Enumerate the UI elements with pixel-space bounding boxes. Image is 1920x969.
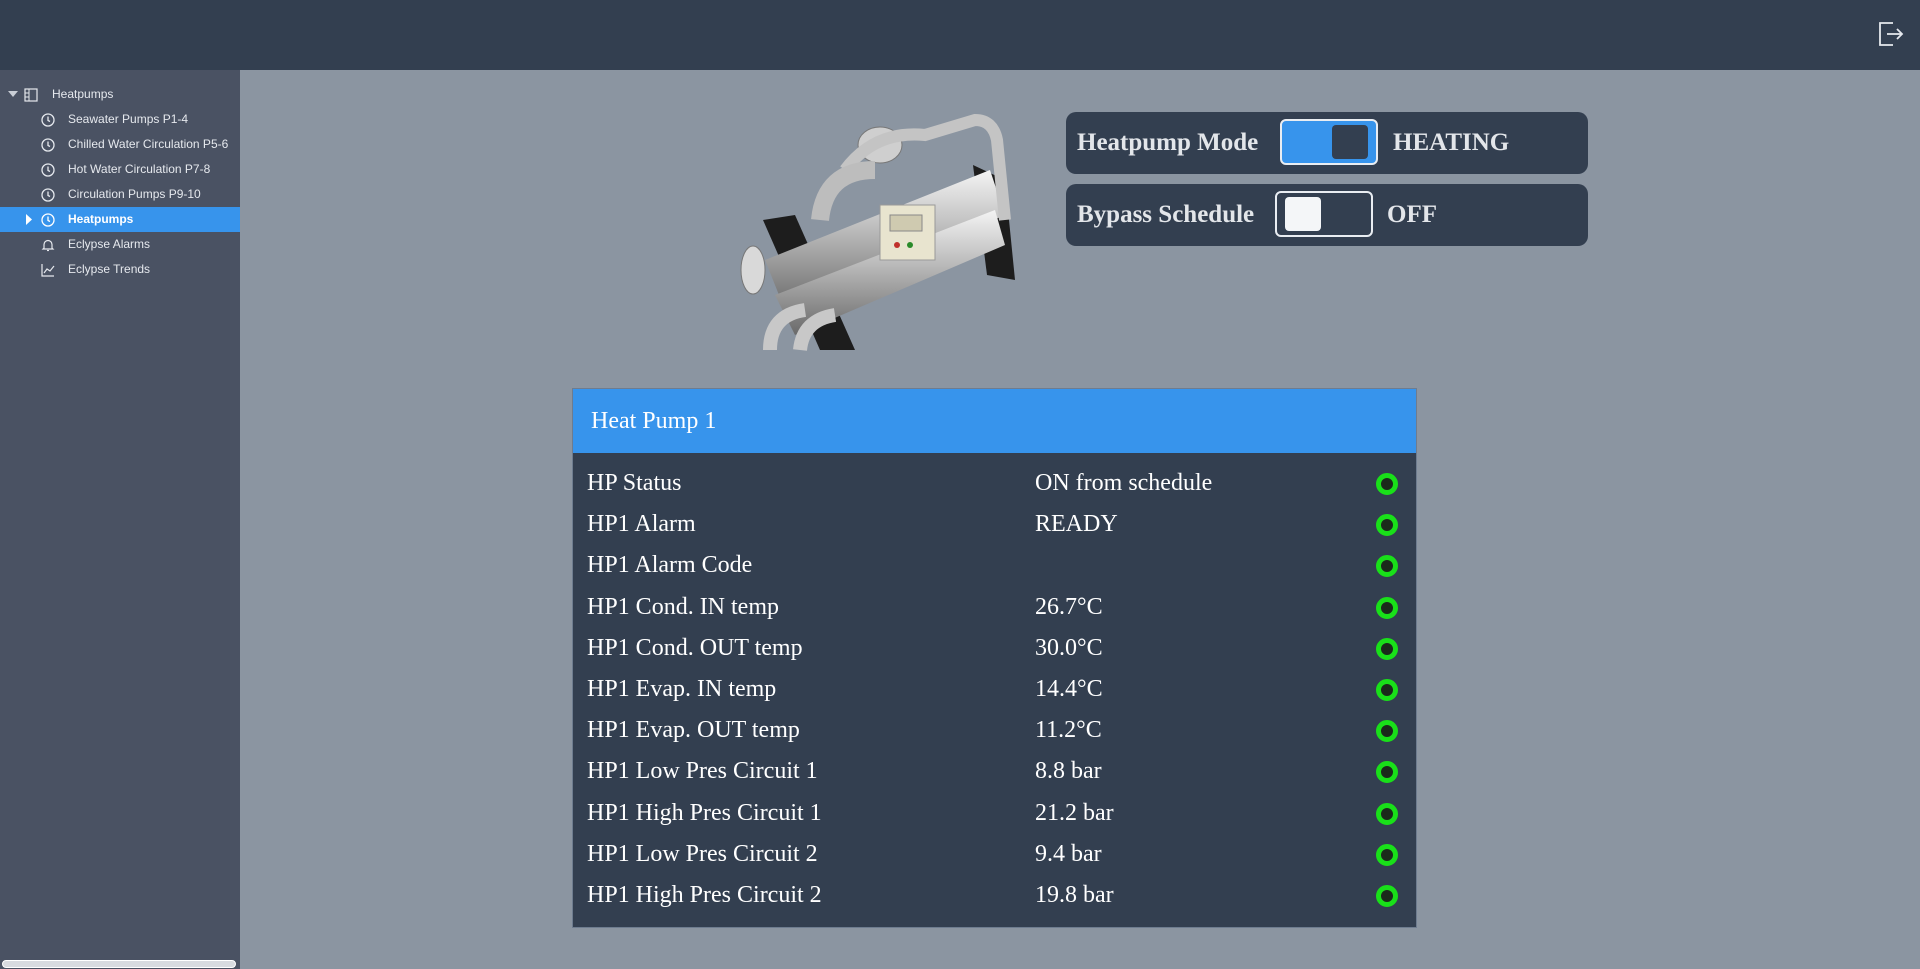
status-row: HP1 High Pres Circuit 1 21.2 bar: [573, 793, 1416, 834]
row-value: 14.4°C: [1035, 675, 1103, 702]
status-indicator-icon: [1376, 884, 1398, 907]
panel-title: Heat Pump 1: [591, 408, 717, 434]
status-row: HP1 Alarm READY: [573, 504, 1416, 545]
status-row: HP1 Low Pres Circuit 1 8.8 bar: [573, 751, 1416, 792]
heatpump-mode-toggle[interactable]: [1280, 119, 1378, 165]
row-name: HP1 Alarm: [587, 511, 696, 538]
row-name: HP1 Cond. IN temp: [587, 593, 779, 620]
scrollbar-thumb[interactable]: [2, 960, 236, 968]
panel-header: Heat Pump 1: [573, 389, 1416, 453]
row-value: READY: [1035, 511, 1118, 538]
status-row: HP1 High Pres Circuit 2 19.8 bar: [573, 875, 1416, 916]
row-name: HP1 Cond. OUT temp: [587, 634, 803, 661]
status-indicator-icon: [1376, 555, 1398, 578]
sidebar-scrollbar[interactable]: [0, 957, 240, 969]
status-row: HP1 Alarm Code: [573, 545, 1416, 586]
clock-icon: [41, 213, 55, 227]
sidebar-item-label: Heatpumps: [68, 212, 134, 226]
clock-icon: [41, 113, 55, 127]
row-name: HP Status: [587, 470, 682, 496]
toggle-knob: [1285, 197, 1321, 231]
clock-icon: [41, 163, 55, 177]
sidebar-item-label: Circulation Pumps P9-10: [68, 187, 201, 201]
status-indicator-icon: [1376, 802, 1398, 825]
row-value: 26.7°C: [1035, 593, 1103, 620]
bypass-schedule-toggle[interactable]: [1275, 191, 1373, 237]
heatpump-mode-state: HEATING: [1393, 129, 1510, 156]
sidebar-item-label: Hot Water Circulation P7-8: [68, 162, 211, 176]
row-name: HP1 Evap. OUT temp: [587, 717, 800, 744]
status-row: HP1 Cond. OUT temp 30.0°C: [573, 628, 1416, 669]
row-value: 30.0°C: [1035, 634, 1103, 661]
sidebar-item-circulation-pumps[interactable]: Circulation Pumps P9-10: [0, 182, 240, 207]
row-name: HP1 Alarm Code: [587, 552, 753, 579]
status-row: HP Status ON from schedule: [573, 463, 1416, 504]
bell-icon: [41, 239, 55, 252]
row-name: HP1 Evap. IN temp: [587, 675, 777, 702]
status-list: HP Status ON from schedule HP1 Alarm READY…: [573, 463, 1416, 916]
sidebar: Heatpumps Seawater Pumps P1-4 Chilled Wa…: [0, 70, 240, 969]
caret-right-icon[interactable]: [24, 207, 34, 232]
row-value: ON from schedule: [1035, 470, 1213, 496]
bypass-schedule-control: Bypass Schedule OFF: [1066, 184, 1588, 246]
sidebar-item-label: Chilled Water Circulation P5-6: [68, 137, 229, 151]
building-icon: [24, 88, 38, 102]
clock-icon: [41, 188, 55, 202]
clock-icon: [41, 138, 55, 152]
status-indicator-icon: [1376, 473, 1398, 495]
status-indicator-icon: [1376, 514, 1398, 537]
status-indicator-icon: [1376, 720, 1398, 743]
status-row: HP1 Cond. IN temp 26.7°C: [573, 587, 1416, 628]
status-row: HP1 Evap. IN temp 14.4°C: [573, 669, 1416, 710]
sidebar-item-heatpumps[interactable]: Heatpumps: [0, 207, 240, 232]
bypass-schedule-title: Bypass Schedule: [1077, 201, 1255, 228]
status-indicator-icon: [1376, 678, 1398, 701]
sidebar-root-heatpumps[interactable]: Heatpumps: [0, 82, 240, 107]
status-indicator-icon: [1376, 596, 1398, 619]
expand-arrow-icon[interactable]: [8, 82, 18, 107]
heatpump-illustration: [740, 113, 1015, 352]
status-indicator-icon: [1376, 637, 1398, 660]
row-value: 11.2°C: [1035, 717, 1102, 744]
row-name: HP1 High Pres Circuit 2: [587, 881, 822, 908]
row-value: 19.8 bar: [1035, 881, 1114, 908]
row-value: 9.4 bar: [1035, 840, 1102, 867]
row-value: 21.2 bar: [1035, 799, 1114, 826]
sidebar-item-seawater-pumps[interactable]: Seawater Pumps P1-4: [0, 107, 240, 132]
chart-icon: [41, 264, 55, 277]
sidebar-item-eclypse-trends[interactable]: Eclypse Trends: [0, 257, 240, 282]
bypass-schedule-state: OFF: [1387, 201, 1437, 228]
logout-icon[interactable]: [1876, 20, 1904, 48]
sidebar-root-label: Heatpumps: [52, 87, 114, 101]
row-name: HP1 High Pres Circuit 1: [587, 799, 822, 826]
toggle-knob: [1332, 125, 1368, 159]
status-row: HP1 Low Pres Circuit 2 9.4 bar: [573, 834, 1416, 875]
top-bar: [0, 0, 1920, 70]
row-name: HP1 Low Pres Circuit 1: [587, 758, 818, 785]
row-value: 8.8 bar: [1035, 758, 1102, 785]
heatpump-mode-title: Heatpump Mode: [1077, 129, 1259, 156]
sidebar-item-chilled-water[interactable]: Chilled Water Circulation P5-6: [0, 132, 240, 157]
status-row: HP1 Evap. OUT temp 11.2°C: [573, 710, 1416, 751]
sidebar-item-label: Eclypse Alarms: [68, 237, 151, 251]
status-indicator-icon: [1376, 761, 1398, 784]
sidebar-item-hot-water[interactable]: Hot Water Circulation P7-8: [0, 157, 240, 182]
row-name: HP1 Low Pres Circuit 2: [587, 840, 818, 867]
sidebar-item-label: Seawater Pumps P1-4: [68, 112, 189, 126]
heatpump-mode-control: Heatpump Mode HEATING: [1066, 112, 1588, 174]
sidebar-item-label: Eclypse Trends: [68, 262, 151, 276]
sidebar-item-eclypse-alarms[interactable]: Eclypse Alarms: [0, 232, 240, 257]
heat-pump-panel: Heat Pump 1 HP Status ON from schedule HP…: [572, 388, 1417, 928]
status-indicator-icon: [1376, 843, 1398, 866]
